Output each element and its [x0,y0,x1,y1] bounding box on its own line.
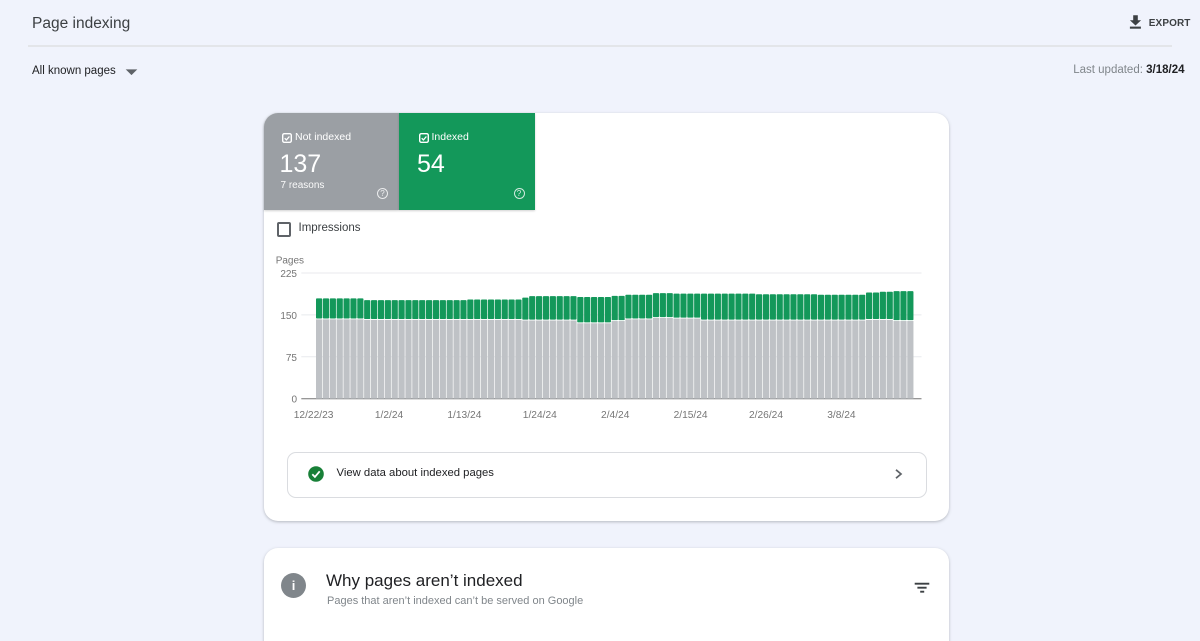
svg-text:1/24/24: 1/24/24 [523,410,557,421]
svg-text:150: 150 [280,310,297,321]
svg-text:Pages: Pages [276,255,304,266]
svg-text:75: 75 [286,352,298,363]
svg-text:1/13/24: 1/13/24 [447,410,481,421]
svg-text:3/8/24: 3/8/24 [827,410,856,421]
svg-text:12/22/23: 12/22/23 [294,410,334,421]
svg-text:2/26/24: 2/26/24 [749,410,783,421]
svg-text:2/15/24: 2/15/24 [674,410,708,421]
svg-text:2/4/24: 2/4/24 [601,410,630,421]
svg-text:0: 0 [291,394,297,405]
svg-text:1/2/24: 1/2/24 [375,410,404,421]
svg-text:225: 225 [280,269,297,280]
